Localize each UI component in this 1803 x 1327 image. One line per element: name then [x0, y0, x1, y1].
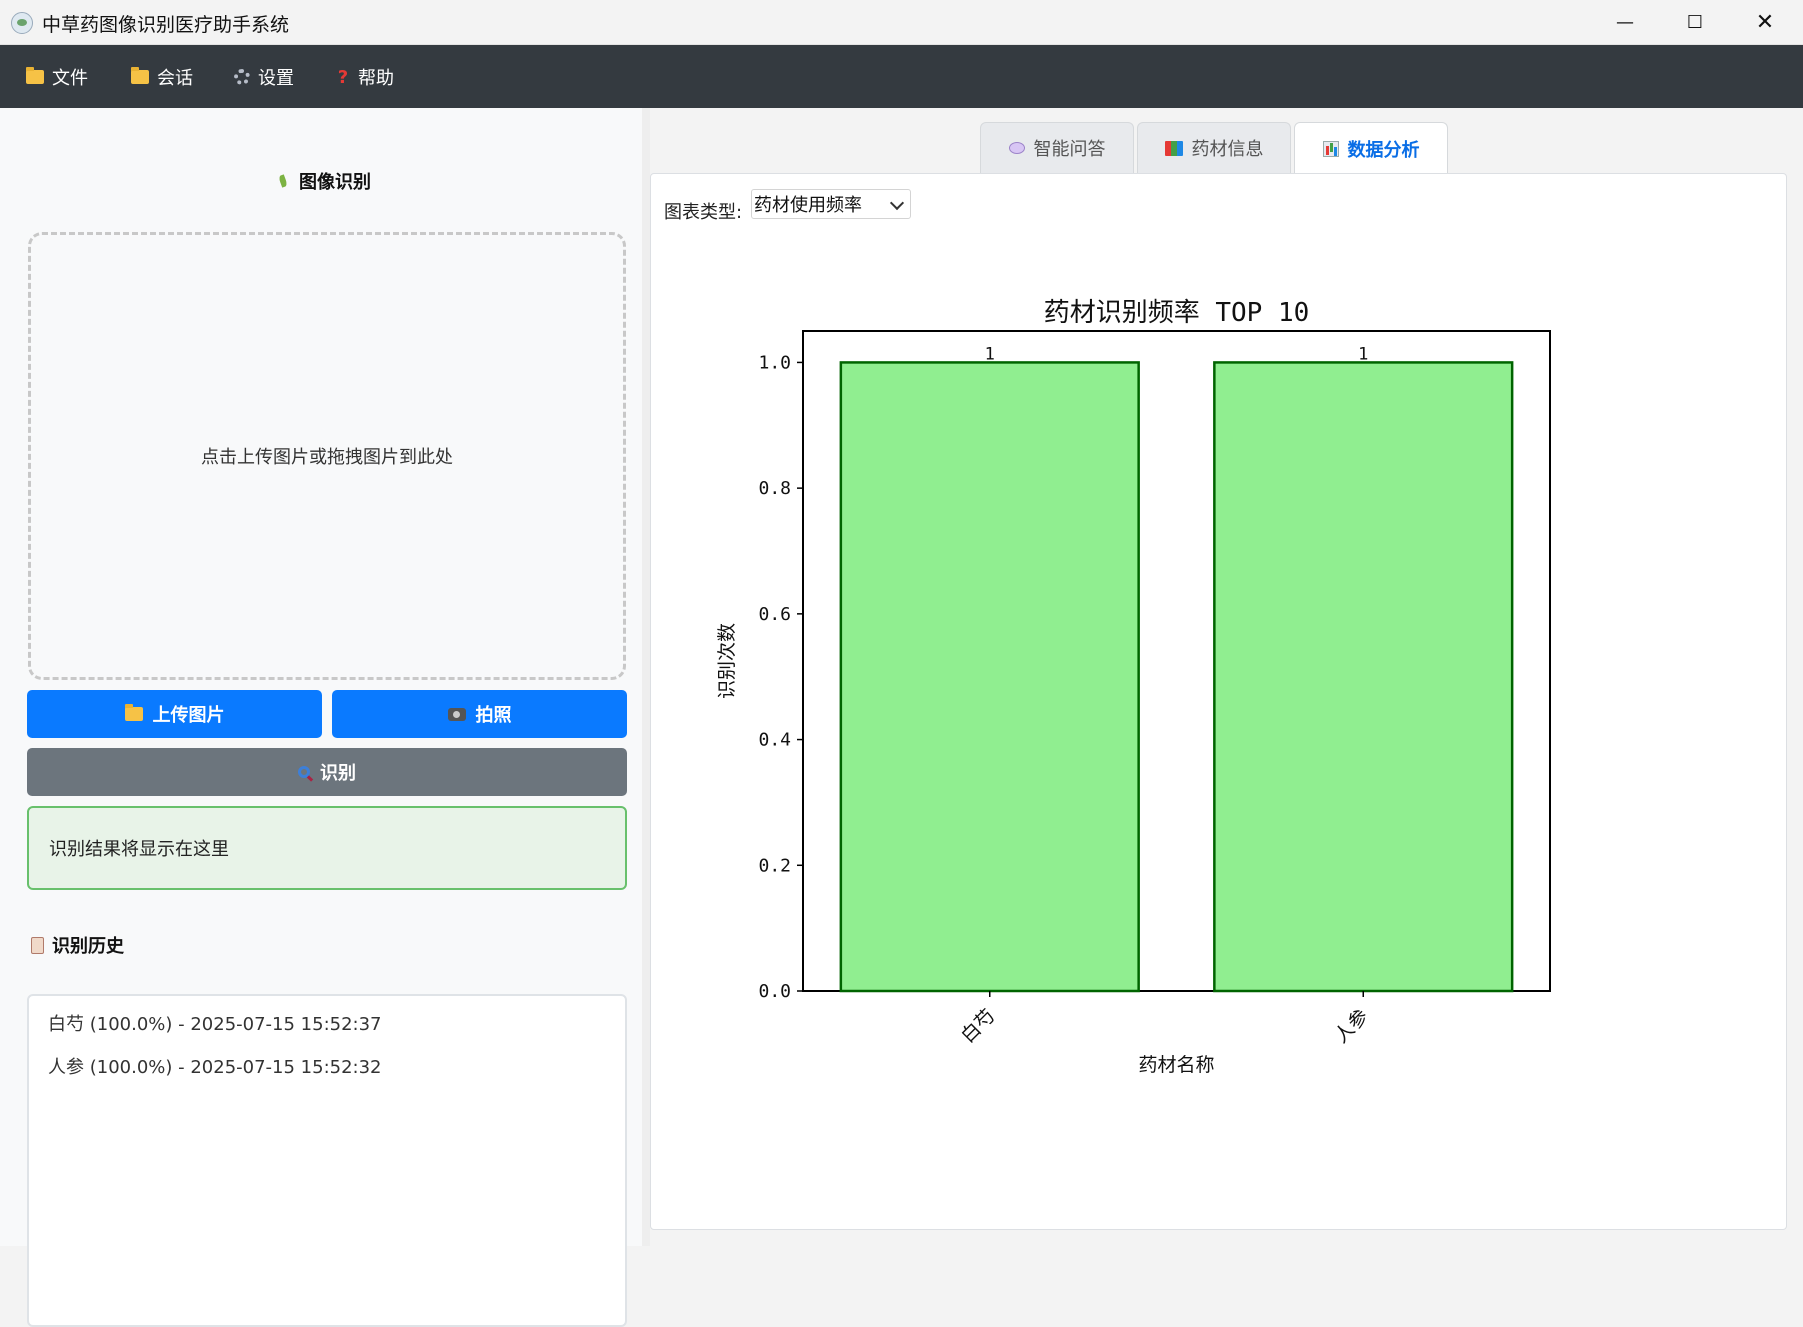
image-section-title: 图像识别 — [277, 168, 371, 194]
y-tick-label: 0.0 — [758, 981, 791, 1002]
x-tick-label: 人参 — [1330, 1005, 1372, 1047]
books-icon — [1164, 140, 1183, 156]
panel-splitter[interactable] — [642, 108, 650, 1246]
menu-bar: 文件 会话 设置 ? 帮助 — [0, 45, 1803, 108]
result-display: 识别结果将显示在这里 — [27, 806, 627, 890]
question-icon: ? — [337, 66, 349, 88]
tab-herb-info[interactable]: 药材信息 — [1137, 122, 1291, 173]
bars-group: 11 — [839, 344, 1514, 993]
minimize-button[interactable]: — — [1590, 0, 1660, 45]
y-axis-label: 识别次数 — [716, 623, 738, 699]
tab-data-analysis-label: 数据分析 — [1347, 140, 1420, 161]
close-button[interactable]: ✕ — [1730, 0, 1800, 45]
history-list[interactable]: 白芍 (100.0%) - 2025-07-15 15:52:37 人参 (10… — [27, 994, 627, 1327]
history-item[interactable]: 人参 (100.0%) - 2025-07-15 15:52:32 — [48, 1053, 382, 1079]
recognize-button[interactable]: 识别 — [27, 748, 627, 796]
menu-session-label: 会话 — [157, 68, 193, 89]
y-axis: 0.0 0.2 0.4 0.6 0.8 1.0 — [758, 352, 803, 1002]
tab-qa[interactable]: 智能问答 — [980, 122, 1134, 173]
chart-title: 药材识别频率 TOP 10 — [1044, 298, 1310, 328]
frequency-bar-chart: 药材识别频率 TOP 10 11 0.00.20.40.60.81.0 白芍 人参… — [716, 298, 1551, 1076]
app-icon — [11, 12, 33, 34]
y-tick-label: 0.4 — [758, 730, 791, 751]
menu-settings[interactable]: 设置 — [234, 63, 294, 91]
upload-button-label: 上传图片 — [152, 705, 225, 726]
right-panel: 智能问答 药材信息 数据分析 图表类型: 药材使用频率 药材识别频率 TOP 1… — [650, 108, 1803, 1246]
image-section-title-text: 图像识别 — [299, 172, 371, 193]
chevron-down-icon — [889, 195, 905, 211]
recognize-button-label: 识别 — [320, 763, 356, 784]
search-icon — [298, 766, 310, 778]
camera-icon — [447, 707, 466, 721]
image-dropzone[interactable]: 点击上传图片或拖拽图片到此处 — [28, 232, 626, 680]
take-photo-button[interactable]: 拍照 — [332, 690, 627, 738]
result-placeholder: 识别结果将显示在这里 — [49, 839, 229, 860]
menu-session[interactable]: 会话 — [131, 63, 193, 91]
menu-settings-label: 设置 — [258, 68, 294, 89]
upload-image-button[interactable]: 上传图片 — [27, 690, 322, 738]
analysis-panel: 图表类型: 药材使用频率 药材识别频率 TOP 10 11 0.0 0.2 0.4 0… — [650, 173, 1787, 1230]
y-tick-label: 0.6 — [758, 604, 791, 625]
tab-qa-label: 智能问答 — [1033, 139, 1106, 160]
bar — [839, 361, 1140, 993]
menu-file-label: 文件 — [52, 68, 88, 89]
x-tick-label: 白芍 — [957, 1005, 999, 1047]
menu-file[interactable]: 文件 — [26, 63, 88, 91]
bar-data-label: 1 — [985, 344, 995, 364]
x-axis-label: 药材名称 — [1138, 1054, 1214, 1076]
bar — [1213, 361, 1514, 993]
window-title: 中草药图像识别医疗助手系统 — [42, 14, 290, 36]
camera-button-label: 拍照 — [475, 705, 512, 726]
history-title-text: 识别历史 — [52, 936, 124, 957]
y-tick-label: 1.0 — [758, 352, 791, 373]
bar-data-label: 1 — [1358, 344, 1368, 364]
left-panel: 图像识别 点击上传图片或拖拽图片到此处 上传图片 拍照 识别 识别结果将显示在这… — [0, 108, 642, 1327]
y-tick-label: 0.8 — [758, 478, 791, 499]
clipboard-icon — [31, 936, 44, 954]
menu-help-label: 帮助 — [358, 68, 394, 89]
bar-chart-icon — [1322, 141, 1339, 157]
x-axis: 白芍 人参 — [957, 991, 1373, 1047]
maximize-button[interactable]: ☐ — [1660, 0, 1730, 45]
folder-icon — [26, 67, 44, 84]
folder-open-icon — [131, 67, 149, 84]
chart-type-value: 药材使用频率 — [754, 195, 862, 216]
menu-help[interactable]: ? 帮助 — [336, 63, 394, 91]
gear-icon — [234, 69, 250, 85]
folder-icon — [124, 704, 143, 721]
speech-bubble-icon — [1008, 142, 1025, 154]
tab-herb-info-label: 药材信息 — [1191, 139, 1264, 160]
dropzone-text: 点击上传图片或拖拽图片到此处 — [201, 447, 453, 468]
leaf-icon — [277, 173, 291, 189]
history-section-title: 识别历史 — [31, 932, 124, 958]
tab-data-analysis[interactable]: 数据分析 — [1294, 122, 1448, 175]
chart-type-label: 图表类型: — [664, 202, 743, 223]
history-item[interactable]: 白芍 (100.0%) - 2025-07-15 15:52:37 — [48, 1010, 382, 1036]
title-bar: 中草药图像识别医疗助手系统 — ☐ ✕ — [0, 0, 1803, 45]
chart-type-select[interactable]: 药材使用频率 — [751, 189, 911, 219]
y-tick-label: 0.2 — [758, 855, 791, 876]
